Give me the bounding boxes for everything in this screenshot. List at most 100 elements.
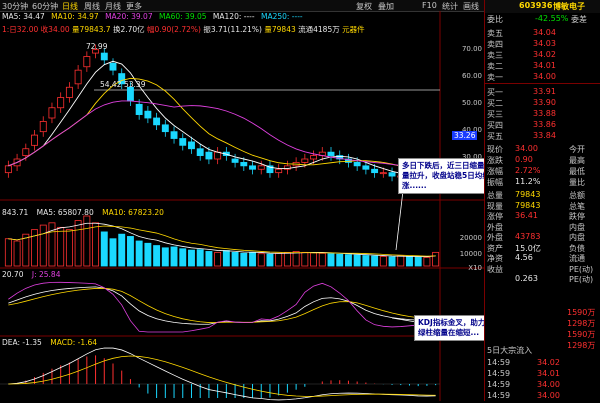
candle-body xyxy=(196,148,204,156)
price-axis-50: 50.00 xyxy=(461,99,482,107)
buy-price: 33.84 xyxy=(533,131,556,140)
candle-body xyxy=(371,168,379,174)
buy-label: 买五 xyxy=(487,132,503,141)
stat-value: 2.72% xyxy=(515,166,541,175)
tick-time: 14:59 xyxy=(487,380,511,389)
buy-price: 33.86 xyxy=(533,120,556,129)
macd-dea: DEA: -1.35 xyxy=(2,338,42,347)
macd-value: MACD: -1.64 xyxy=(50,338,98,347)
candle-body xyxy=(100,52,108,61)
volume-bar xyxy=(353,254,361,267)
vol-ma5: MA5: 65807.80 xyxy=(36,208,94,217)
candle-body xyxy=(109,62,117,71)
volume-bar xyxy=(65,229,73,267)
stock-name: 博敏电子 xyxy=(553,2,585,11)
volume-bar xyxy=(231,251,239,267)
volume-bar xyxy=(301,251,309,267)
stat2-value: 4.56 xyxy=(515,253,533,262)
high-annotation: 72.99 xyxy=(86,42,108,51)
sell-label: 卖一 xyxy=(487,73,503,82)
candle-body xyxy=(362,165,370,170)
mid-annotation-left: 54.42 xyxy=(100,80,122,89)
macd-legend: DEA: -1.35 MACD: -1.64 xyxy=(2,338,97,347)
volume-bar xyxy=(39,224,47,267)
ma20-line xyxy=(8,100,436,169)
volume-bar xyxy=(144,242,152,267)
candle-body xyxy=(74,69,82,85)
macd-bars xyxy=(0,347,440,401)
volume-bar xyxy=(362,255,370,267)
volume-bar xyxy=(388,256,396,267)
volume-bar xyxy=(92,222,100,267)
volume-bar xyxy=(423,256,431,267)
kdj-d-line xyxy=(8,287,436,323)
candle-body xyxy=(83,56,91,68)
volume-bar xyxy=(240,252,248,267)
kdj-lines xyxy=(8,281,436,333)
stat-value: 0.90 xyxy=(515,155,533,164)
tick-time: 14:59 xyxy=(487,391,511,400)
candle-body xyxy=(153,117,161,126)
candle-body xyxy=(205,151,213,160)
macd-dif-line xyxy=(8,347,436,401)
volume-bar xyxy=(344,254,352,267)
candle-body xyxy=(327,151,335,156)
volume-bar xyxy=(327,253,335,267)
volume-bar xyxy=(126,236,134,267)
volume-bar xyxy=(118,233,126,267)
stat-row: 振幅 11.2% 量比 xyxy=(485,176,600,189)
current-price-tag: 33.26 xyxy=(452,131,478,140)
kdj-k-line xyxy=(8,286,436,325)
weicha-label: 委差 xyxy=(571,15,587,24)
candle-body xyxy=(240,162,248,167)
tick-row: 14:59 34.00 xyxy=(485,390,600,403)
candle-body xyxy=(388,172,396,177)
buy-row: 买五 33.84 xyxy=(485,130,600,143)
candle-body xyxy=(188,141,195,150)
volume-legend: 843.71 MA5: 65807.80 MA10: 67823.20 xyxy=(2,208,164,217)
volume-bar xyxy=(161,247,169,267)
candle-body xyxy=(22,148,30,156)
volume-bar xyxy=(318,252,326,267)
kdj-legend: 20.70 J: 25.84 xyxy=(2,270,60,279)
volume-bar xyxy=(214,251,222,267)
stat2-value: 43783 xyxy=(515,232,541,241)
volume-bar xyxy=(379,256,387,267)
ma-lines xyxy=(8,60,436,181)
candle-body xyxy=(310,155,318,160)
stat-label-2: 量比 xyxy=(569,178,585,187)
stat2-value: 0.263 xyxy=(515,274,538,283)
volume-bar xyxy=(153,245,161,267)
candle-body xyxy=(48,107,56,119)
tick-price: 34.00 xyxy=(537,391,560,400)
sell-price: 34.03 xyxy=(533,39,556,48)
volume-bar xyxy=(74,220,82,267)
candle-series xyxy=(4,44,440,189)
candle-body xyxy=(231,158,239,163)
webi-row: 委比 -42.55% 委差 xyxy=(485,13,600,26)
volume-bar xyxy=(196,249,204,267)
bigorder-title: 5日大宗流入 xyxy=(487,346,533,355)
candle-body xyxy=(161,124,169,133)
candle-body xyxy=(170,131,178,139)
volume-bar xyxy=(257,253,265,267)
vol-value: 843.71 xyxy=(2,208,29,217)
webi-label: 委比 xyxy=(487,15,503,24)
volume-bar xyxy=(249,251,256,267)
kdj-k: 20.70 xyxy=(2,270,24,279)
buy-price: 33.91 xyxy=(533,87,556,96)
volume-bar xyxy=(135,240,143,267)
volume-bar xyxy=(205,251,213,267)
volume-bar xyxy=(310,252,318,267)
vol-ma10: MA10: 67823.20 xyxy=(102,208,164,217)
volume-bar xyxy=(292,251,300,267)
stock-code: 603936 xyxy=(519,1,553,10)
buy-price: 33.88 xyxy=(533,109,556,118)
stat-value: 11.2% xyxy=(515,177,541,186)
volume-bar xyxy=(275,252,283,267)
tick-time: 14:59 xyxy=(487,369,511,378)
stat2-value: 79843 xyxy=(515,190,541,199)
volume-bar xyxy=(170,246,178,267)
candle-body xyxy=(275,168,283,174)
mid-annotation-right: 53.39 xyxy=(124,80,146,89)
